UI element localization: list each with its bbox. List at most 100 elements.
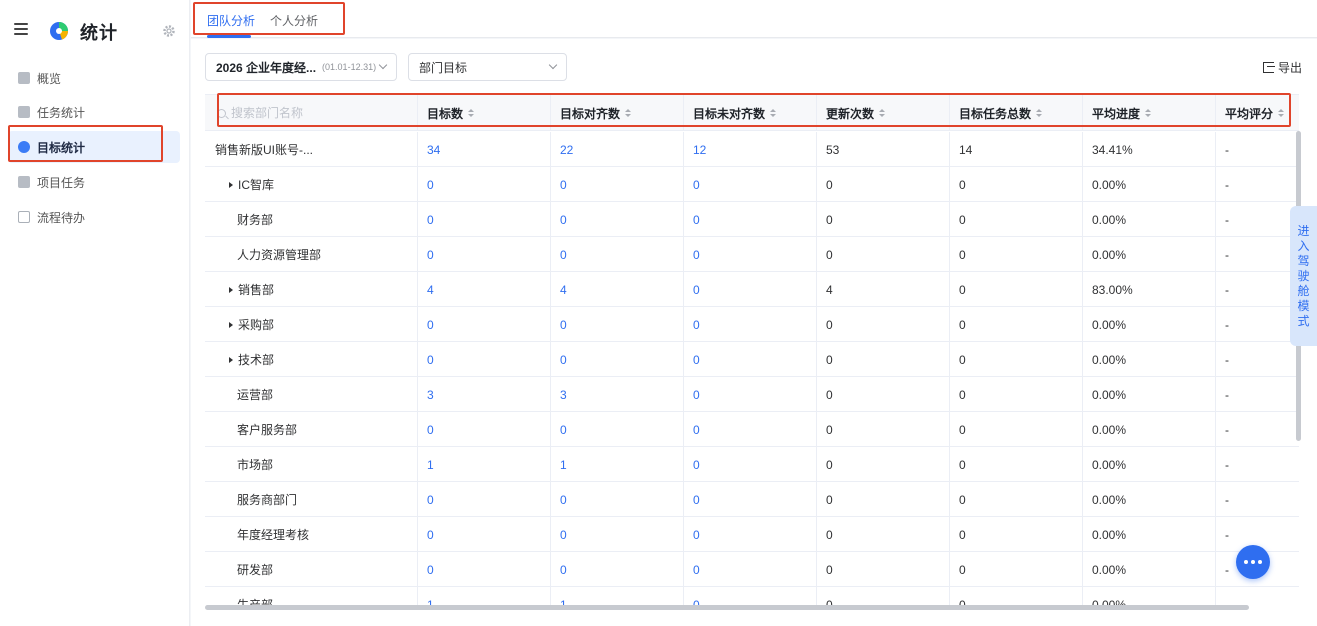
export-button[interactable]: 导出 — [1262, 59, 1302, 76]
table-cell[interactable]: 0 — [417, 412, 550, 447]
chevron-down-icon — [378, 60, 388, 70]
table-cell[interactable]: 3 — [417, 377, 550, 412]
table-cell[interactable]: 0 — [683, 482, 816, 517]
sort-icon[interactable] — [1278, 108, 1285, 118]
table-cell[interactable]: 0 — [683, 272, 816, 307]
table-cell[interactable]: 0 — [417, 517, 550, 552]
expand-caret-icon[interactable] — [229, 286, 233, 293]
department-name-cell: 运营部 — [205, 377, 417, 412]
department-search-input[interactable] — [231, 106, 401, 120]
sidebar-header: 统计 — [0, 0, 190, 62]
table-cell[interactable]: 0 — [683, 552, 816, 587]
tab-team-analysis[interactable]: 团队分析 — [207, 12, 255, 29]
table-cell[interactable]: 1 — [550, 447, 683, 482]
table-cell[interactable]: 0 — [550, 167, 683, 202]
table-cell[interactable]: 4 — [417, 272, 550, 307]
table-cell: 0 — [816, 307, 949, 342]
table-cell[interactable]: 0 — [683, 412, 816, 447]
table-cell[interactable]: 0 — [417, 552, 550, 587]
cockpit-mode-button[interactable]: 进入驾驶舱模式 — [1290, 206, 1317, 346]
table-cell[interactable]: 0 — [683, 167, 816, 202]
sidebar-item-target-stats[interactable]: 目标统计 — [8, 131, 180, 163]
sidebar-item-label: 任务统计 — [37, 105, 86, 120]
period-select[interactable]: 2026 企业年度经... (01.01-12.31) — [205, 53, 397, 81]
table-cell[interactable]: 0 — [417, 202, 550, 237]
table-cell: 0 — [949, 167, 1082, 202]
period-select-value: 2026 企业年度经... — [216, 60, 317, 75]
table-cell: 0 — [816, 237, 949, 272]
sort-icon[interactable] — [468, 108, 475, 118]
menu-icon[interactable] — [14, 23, 28, 35]
sidebar-item-overview[interactable]: 概览 — [8, 62, 180, 94]
department-name-cell[interactable]: IC智库 — [205, 167, 417, 202]
column-header[interactable]: 更新次数 — [816, 95, 949, 131]
table-cell[interactable]: 22 — [550, 132, 683, 167]
table-cell[interactable]: 34 — [417, 132, 550, 167]
department-search[interactable] — [205, 95, 417, 131]
table-cell: 0 — [949, 517, 1082, 552]
table-cell[interactable]: 0 — [683, 202, 816, 237]
department-name-cell[interactable]: 销售部 — [205, 272, 417, 307]
table-cell[interactable]: 0 — [550, 412, 683, 447]
sidebar-item-task-stats[interactable]: 任务统计 — [8, 96, 180, 128]
table-cell[interactable]: 0 — [550, 202, 683, 237]
category-select[interactable]: 部门目标 — [408, 53, 567, 81]
table-cell[interactable]: 0 — [417, 237, 550, 272]
table-cell[interactable]: 0 — [683, 342, 816, 377]
department-name-cell[interactable]: 采购部 — [205, 307, 417, 342]
table-cell: 0.00% — [1082, 412, 1215, 447]
tab-personal-analysis[interactable]: 个人分析 — [270, 12, 318, 29]
column-header[interactable]: 平均进度 — [1082, 95, 1215, 131]
table-cell[interactable]: 4 — [550, 272, 683, 307]
expand-caret-icon[interactable] — [229, 356, 233, 363]
table-cell: 0 — [949, 447, 1082, 482]
sort-icon[interactable] — [1036, 108, 1043, 118]
table-cell[interactable]: 0 — [550, 482, 683, 517]
table-cell[interactable]: 0 — [417, 342, 550, 377]
table-cell[interactable]: 0 — [417, 482, 550, 517]
table-cell: 0 — [949, 307, 1082, 342]
table-cell[interactable]: 0 — [683, 237, 816, 272]
department-name-cell[interactable]: 技术部 — [205, 342, 417, 377]
table-cell: 0 — [949, 202, 1082, 237]
table-cell: 0 — [816, 167, 949, 202]
column-header[interactable]: 目标任务总数 — [949, 95, 1082, 131]
sidebar-item-project-tasks[interactable]: 项目任务 — [8, 166, 180, 198]
sort-icon[interactable] — [770, 108, 777, 118]
table-cell[interactable]: 0 — [417, 307, 550, 342]
app-logo-icon — [50, 22, 69, 40]
column-header[interactable]: 目标数 — [417, 95, 550, 131]
table-cell[interactable]: 1 — [417, 447, 550, 482]
table-cell: 0.00% — [1082, 202, 1215, 237]
horizontal-scrollbar[interactable] — [205, 605, 1249, 610]
table-cell: - — [1215, 167, 1299, 202]
department-name-cell: 服务商部门 — [205, 482, 417, 517]
column-header[interactable]: 目标对齐数 — [550, 95, 683, 131]
table-cell[interactable]: 0 — [550, 342, 683, 377]
sort-icon[interactable] — [1145, 108, 1152, 118]
expand-caret-icon[interactable] — [229, 181, 233, 188]
expand-caret-icon[interactable] — [229, 321, 233, 328]
table-cell[interactable]: 0 — [550, 552, 683, 587]
table-cell[interactable]: 0 — [683, 307, 816, 342]
table-cell[interactable]: 0 — [683, 447, 816, 482]
table-cell: 0.00% — [1082, 517, 1215, 552]
table-cell[interactable]: 0 — [417, 167, 550, 202]
sort-icon[interactable] — [879, 108, 886, 118]
table-cell[interactable]: 0 — [683, 517, 816, 552]
table-cell[interactable]: 12 — [683, 132, 816, 167]
table-cell[interactable]: 3 — [550, 377, 683, 412]
column-header[interactable]: 目标未对齐数 — [683, 95, 816, 131]
table-cell[interactable]: 0 — [550, 517, 683, 552]
gear-icon[interactable] — [162, 24, 176, 38]
table-cell: 0 — [949, 342, 1082, 377]
table-cell: 34.41% — [1082, 132, 1215, 167]
sidebar-item-process-todo[interactable]: 流程待办 — [8, 201, 180, 233]
table-cell[interactable]: 0 — [550, 307, 683, 342]
column-header[interactable]: 平均评分 — [1215, 95, 1299, 131]
table-cell[interactable]: 0 — [683, 377, 816, 412]
table-cell: 0.00% — [1082, 307, 1215, 342]
table-cell[interactable]: 0 — [550, 237, 683, 272]
more-options-button[interactable] — [1236, 545, 1270, 579]
sort-icon[interactable] — [625, 108, 632, 118]
